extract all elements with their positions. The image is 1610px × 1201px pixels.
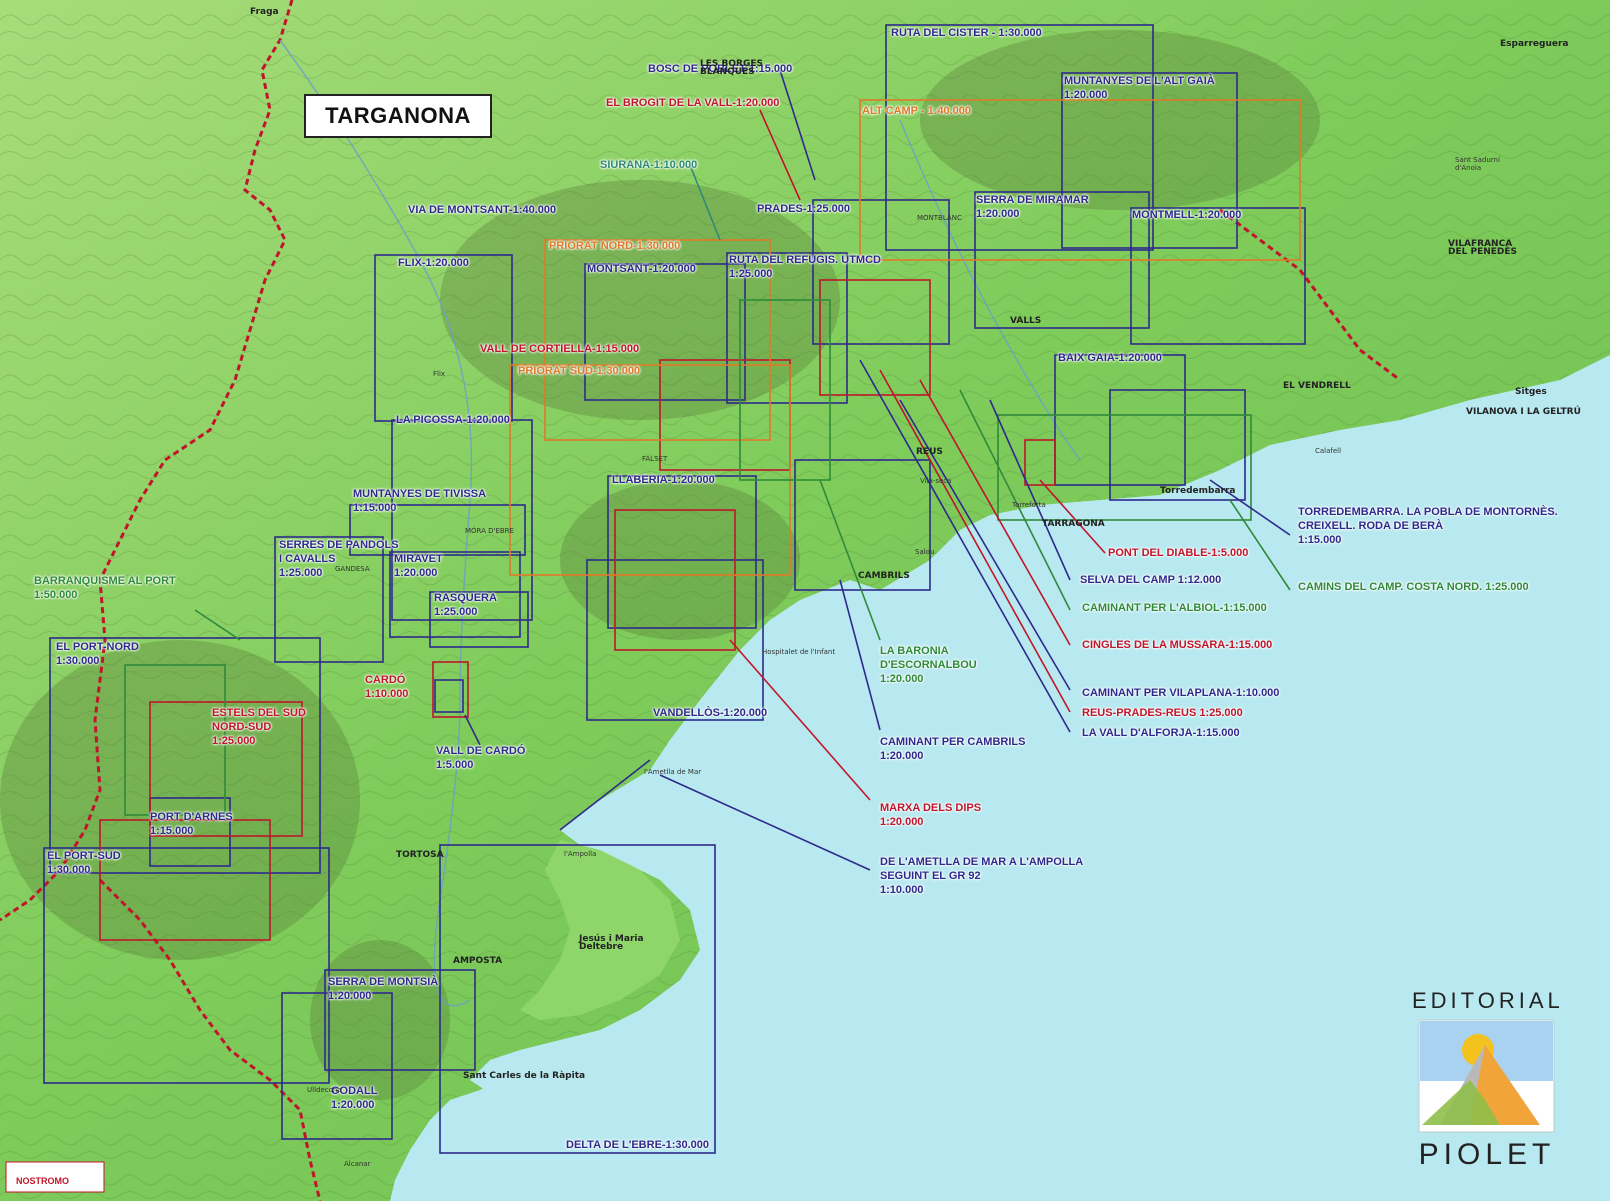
label-picossa[interactable]: LA PICOSSA-1:20.000 — [396, 413, 510, 427]
label-vall-cardo[interactable]: VALL DE CARDÓ 1:5.000 — [436, 744, 525, 772]
town-tortosa: TORTOSA — [396, 850, 444, 860]
town-amposta: AMPOSTA — [453, 956, 503, 966]
label-cardo[interactable]: CARDÓ 1:10.000 — [365, 673, 408, 701]
label-prades[interactable]: PRADES-1:25.000 — [757, 202, 850, 216]
label-dips[interactable]: MARXA DELS DIPS 1:20.000 — [880, 801, 981, 829]
label-vandellos[interactable]: VANDELLÒS-1:20.000 — [653, 706, 767, 720]
label-miravet[interactable]: MIRAVET 1:20.000 — [394, 552, 443, 580]
label-ruta-cister[interactable]: RUTA DEL CISTER - 1:30.000 — [891, 26, 1042, 40]
town-flix: Flix — [433, 370, 446, 378]
label-siurana[interactable]: SIURANA-1:10.000 — [600, 158, 697, 172]
label-ametlla[interactable]: DE L'AMETLLA DE MAR A L'AMPOLLA SEGUINT … — [880, 855, 1083, 897]
town-alcanar: Alcanar — [344, 1160, 371, 1168]
publisher-editorial: EDITORIAL — [1412, 988, 1564, 1013]
town-ulldecona: Ulldecona — [307, 1086, 342, 1094]
town-ametlla: l'Ametlla de Mar — [644, 768, 702, 776]
label-ruta-refugis[interactable]: RUTA DEL REFUGIS. UTMCD 1:25.000 — [729, 253, 881, 281]
town-esparreguera: Esparreguera — [1500, 39, 1569, 49]
town-reus: REUS — [916, 447, 943, 457]
label-pont-diable[interactable]: PONT DEL DIABLE-1:5.000 — [1108, 546, 1248, 560]
town-sitges: Sitges — [1515, 387, 1547, 397]
town-calafell: Calafell — [1315, 447, 1342, 455]
town-cambrils: CAMBRILS — [858, 571, 910, 581]
label-pandols[interactable]: SERRES DE PANDOLS I CAVALLS 1:25.000 — [279, 538, 399, 580]
publisher-block: EDITORIAL PIOLET — [1412, 988, 1562, 1178]
label-delta[interactable]: DELTA DE L'EBRE-1:30.000 — [566, 1138, 709, 1152]
town-falset: FALSET — [642, 455, 668, 463]
label-miramar[interactable]: SERRA DE MIRAMAR 1:20.000 — [976, 193, 1089, 221]
town-tarragona: TARRAGONA — [1042, 519, 1105, 529]
town-hospitalet: Hospitalet de l'Infant — [762, 648, 836, 656]
stamp-name: NOSTROMO — [16, 1176, 69, 1186]
town-fraga: Fraga — [250, 7, 279, 17]
label-rasquera[interactable]: RASQUERA 1:25.000 — [434, 591, 497, 619]
label-estels[interactable]: ESTELS DEL SUD NORD-SUD 1:25.000 — [212, 706, 306, 748]
label-port-nord[interactable]: EL PORT-NORD 1:30.000 — [56, 640, 139, 668]
label-albiol[interactable]: CAMINANT PER L'ALBIOL-1:15.000 — [1082, 601, 1267, 615]
label-camins-camp[interactable]: CAMINS DEL CAMP. COSTA NORD. 1:25.000 — [1298, 580, 1529, 594]
map-canvas — [0, 0, 1610, 1201]
label-montmell[interactable]: MONTMELL-1:20.000 — [1132, 208, 1241, 222]
label-via-montsant[interactable]: VIA DE MONTSANT-1:40.000 — [408, 203, 556, 217]
nostromo-stamp: NOSTROMO — [6, 1168, 106, 1196]
label-alt-gaia[interactable]: MUNTANYES DE L'ALT GAIÀ 1:20.000 — [1064, 74, 1215, 102]
label-port-sud[interactable]: EL PORT-SUD 1:30.000 — [47, 849, 121, 877]
town-montblanc: MONTBLANC — [917, 214, 962, 222]
label-cambrils-route[interactable]: CAMINANT PER CAMBRILS 1:20.000 — [880, 735, 1025, 763]
town-vilafranca: VILAFRANCA DEL PENEDÈS — [1448, 239, 1518, 257]
label-alforja[interactable]: LA VALL D'ALFORJA-1:15.000 — [1082, 726, 1240, 740]
label-montsia[interactable]: SERRA DE MONTSIÀ 1:20.000 — [328, 975, 438, 1003]
label-priorat-nord[interactable]: PRIORAT NORD-1:30.000 — [549, 239, 680, 253]
label-priorat-sud[interactable]: PRIORAT SUD-1:30.000 — [518, 364, 640, 378]
publisher-name: PIOLET — [1418, 1138, 1556, 1171]
map-title: TARGANONA — [325, 103, 471, 128]
map-title-box: TARGANONA — [304, 94, 492, 138]
label-brogit[interactable]: EL BROGIT DE LA VALL-1:20.000 — [606, 96, 779, 110]
town-vendrell: EL VENDRELL — [1283, 381, 1351, 391]
town-rapita: Sant Carles de la Ràpita — [463, 1071, 586, 1081]
town-ampolla: l'Ampolla — [564, 850, 597, 858]
label-alt-camp[interactable]: ALT CAMP - 1:40.000 — [862, 104, 971, 118]
label-reus-prades[interactable]: REUS-PRADES-REUS 1:25.000 — [1082, 706, 1243, 720]
map[interactable]: TARGANONA RUTA DEL CISTER - 1:30.000 BOS… — [0, 0, 1610, 1201]
town-vilanova: VILANOVA I LA GELTRÚ — [1466, 407, 1581, 417]
label-baix-gaia[interactable]: BAIX GAIA-1:20.000 — [1058, 351, 1162, 365]
town-borges: LES BORGES BLANQUES — [700, 59, 763, 77]
town-valls: VALLS — [1010, 316, 1042, 326]
label-selva-camp[interactable]: SELVA DEL CAMP 1:12.000 — [1080, 573, 1221, 587]
label-mussara[interactable]: CINGLES DE LA MUSSARA-1:15.000 — [1082, 638, 1272, 652]
town-mora: MÓRA D'EBRE — [465, 527, 514, 535]
town-torredembarra: Torredembarra — [1160, 486, 1236, 496]
town-sant-sadurni: Sant Sadurní d'Anoia — [1455, 156, 1500, 172]
label-barranquisme[interactable]: BARRANQUISME AL PORT 1:50.000 — [34, 574, 176, 602]
label-flix[interactable]: FLIX-1:20.000 — [398, 256, 469, 270]
town-torreforta: Torreforta — [1012, 501, 1046, 509]
town-vila-seca: Vila-seca — [920, 477, 952, 485]
label-montsant[interactable]: MONTSANT-1:20.000 — [587, 262, 696, 276]
label-vilaplana[interactable]: CAMINANT PER VILAPLANA-1:10.000 — [1082, 686, 1279, 700]
town-gandesa: GANDESA — [335, 565, 370, 573]
town-salou: Salou — [915, 548, 935, 556]
label-llaberia[interactable]: LLABERIA-1:20.000 — [612, 473, 715, 487]
town-deltebre: Jesús i Maria Deltebre — [579, 934, 644, 952]
label-port-arnes[interactable]: PORT D'ARNES 1:15.000 — [150, 810, 233, 838]
label-torredembarra[interactable]: TORREDEMBARRA. LA POBLA DE MONTORNÈS. CR… — [1298, 505, 1558, 547]
label-escornalbou[interactable]: LA BARONIA D'ESCORNALBOU 1:20.000 — [880, 644, 977, 686]
label-cortiella[interactable]: VALL DE CORTIELLA-1:15.000 — [480, 342, 639, 356]
label-tivissa[interactable]: MUNTANYES DE TIVISSA 1:15.000 — [353, 487, 486, 515]
